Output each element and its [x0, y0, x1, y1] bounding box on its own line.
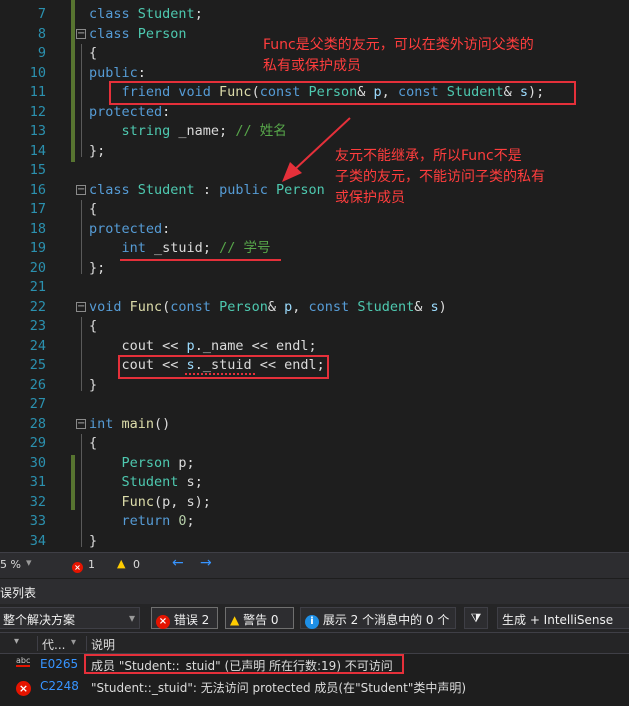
chevron-down-icon: ▾	[128, 611, 135, 625]
code-line[interactable]: Func(p, s);	[89, 493, 211, 513]
error-row[interactable]: abc E0265 成员 "Student::_stuid" (已声明 所在行数…	[0, 654, 629, 675]
code-line[interactable]: cout << p._name << endl;	[89, 337, 317, 357]
error-list-toolbar: 整个解决方案 ▾ × 错误 2 ▲ 警告 0 i 展示 2 个消息中的 0 个 …	[0, 604, 629, 632]
filter-icon[interactable]: ⧩	[464, 607, 488, 629]
arrow-right-icon[interactable]: →	[200, 555, 212, 571]
line-number: 12	[29, 103, 46, 120]
code-line[interactable]: Student s;	[89, 473, 203, 493]
warning-icon[interactable]: ▲	[117, 557, 125, 570]
code-editor[interactable]: − − − − 7 8 9 10 11 12 13 14 15 16 17 18…	[0, 0, 629, 552]
line-number: 18	[29, 220, 46, 237]
line-number: 24	[29, 337, 46, 354]
code-line[interactable]: };	[89, 142, 105, 162]
error-row[interactable]: × C2248 "Student::_stuid": 无法访问 protecte…	[0, 676, 629, 697]
errors-filter-button[interactable]: × 错误 2	[151, 607, 218, 629]
error-icon: ×	[156, 615, 170, 629]
error-list-title: 误列表	[0, 579, 629, 604]
code-line[interactable]: protected:	[89, 220, 170, 240]
code-line[interactable]: int _stuid; // 学号	[89, 239, 271, 259]
fold-guide	[81, 317, 82, 391]
line-number: 14	[29, 142, 46, 159]
code-line[interactable]: int main()	[89, 415, 170, 435]
line-number: 20	[29, 259, 46, 276]
code-line[interactable]: return 0;	[89, 512, 195, 532]
warning-icon: ▲	[230, 613, 240, 627]
fold-guide	[81, 200, 82, 274]
line-number: 13	[29, 123, 46, 139]
change-bar	[71, 455, 75, 510]
error-count[interactable]: 1	[88, 558, 95, 571]
error-squiggle	[185, 372, 255, 375]
line-number: 7	[37, 6, 46, 22]
line-number: 34	[29, 532, 46, 549]
intellisense-error-icon: abc	[16, 656, 31, 667]
line-number: 11	[29, 84, 46, 100]
zoom-level[interactable]: 5 %	[0, 558, 21, 571]
error-list-header: ▾ 代... ▾ 说明	[0, 632, 629, 654]
collapse-icon[interactable]: −	[76, 185, 86, 195]
line-number: 9	[37, 45, 46, 61]
annotation-note: 友元不能继承，所以Func不是 子类的友元，不能访问子类的私有 或保护成员	[335, 148, 545, 206]
line-number: 27	[29, 396, 46, 412]
chevron-down-icon[interactable]: ▾	[71, 637, 76, 648]
code-line[interactable]: void Func(const Person& p, const Student…	[89, 298, 447, 318]
code-line[interactable]: class Student;	[89, 5, 203, 25]
code-line[interactable]: string _name; // 姓名	[89, 122, 287, 142]
highlight-friend-declaration	[109, 81, 576, 105]
scope-dropdown[interactable]: 整个解决方案 ▾	[0, 607, 140, 629]
warning-count[interactable]: 0	[133, 558, 140, 571]
line-number: 26	[29, 376, 46, 393]
line-number: 25	[29, 357, 46, 373]
line-number: 16	[29, 181, 46, 198]
code-line[interactable]: }	[89, 532, 97, 552]
code-line[interactable]: class Person	[89, 25, 187, 45]
column-description[interactable]: 说明	[91, 636, 115, 653]
sort-icon[interactable]: ▾	[14, 636, 19, 647]
messages-filter-button[interactable]: i 展示 2 个消息中的 0 个	[300, 607, 456, 629]
fold-guide	[81, 44, 82, 157]
line-number: 19	[29, 240, 46, 256]
line-number: 31	[29, 474, 46, 490]
error-description: "Student::_stuid": 无法访问 protected 成员(在"S…	[91, 681, 467, 695]
code-line[interactable]: {	[89, 200, 97, 220]
line-number: 15	[29, 162, 46, 178]
editor-statusbar: 5 % ▾ × 1 ▲ 0 ← →	[0, 552, 629, 578]
line-number: 22	[29, 298, 46, 315]
line-number: 8	[37, 25, 46, 42]
code-line[interactable]: {	[89, 434, 97, 454]
highlight-stuid-access	[118, 355, 329, 379]
line-number: 17	[29, 201, 46, 217]
code-line[interactable]: {	[89, 44, 97, 64]
arrow-left-icon[interactable]: ←	[172, 555, 184, 571]
line-number: 33	[29, 513, 46, 529]
fold-guide	[81, 434, 82, 547]
line-number: 32	[29, 493, 46, 510]
line-number: 29	[29, 435, 46, 451]
code-line[interactable]: protected:	[89, 103, 170, 123]
code-line[interactable]: }	[89, 376, 97, 396]
collapse-icon[interactable]: −	[76, 29, 86, 39]
arrow-icon	[282, 117, 351, 182]
annotation-note: Func是父类的友元，可以在类外访问父类的 私有或保护成员	[263, 37, 534, 74]
code-line[interactable]: Person p;	[89, 454, 195, 474]
info-icon: i	[305, 615, 319, 629]
line-number: 21	[29, 279, 46, 295]
line-number: 30	[29, 454, 46, 471]
line-number: 23	[29, 318, 46, 334]
underline-stuid-member	[120, 259, 281, 261]
line-number: 28	[29, 415, 46, 432]
chevron-down-icon[interactable]: ▾	[26, 556, 32, 569]
error-code[interactable]: C2248	[40, 679, 79, 693]
column-code[interactable]: 代...	[42, 636, 65, 653]
build-filter-dropdown[interactable]: 生成 + IntelliSense	[497, 607, 629, 629]
error-code[interactable]: E0265	[40, 657, 78, 671]
code-line[interactable]: {	[89, 317, 97, 337]
collapse-icon[interactable]: −	[76, 419, 86, 429]
collapse-icon[interactable]: −	[76, 302, 86, 312]
highlight-error	[84, 654, 404, 674]
code-line[interactable]: };	[89, 259, 105, 279]
line-number: 10	[29, 64, 46, 81]
warnings-filter-button[interactable]: ▲ 警告 0	[225, 607, 294, 629]
change-bar	[71, 0, 75, 162]
